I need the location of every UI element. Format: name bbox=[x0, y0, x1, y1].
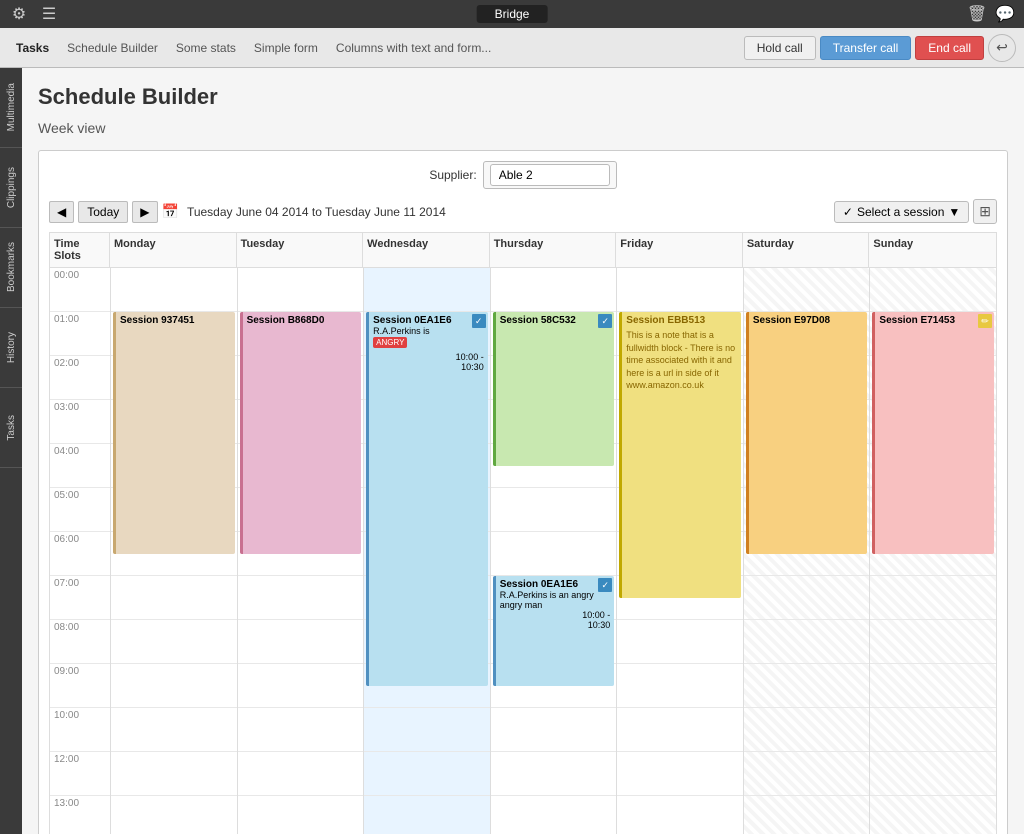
session-e97d08[interactable]: Session E97D08 bbox=[746, 312, 868, 554]
check-icon-wed: ✓ bbox=[472, 314, 486, 328]
sidebar-item-tasks[interactable]: Tasks bbox=[0, 388, 22, 468]
chat-icon[interactable]: 💬 bbox=[994, 3, 1016, 25]
header-bar: Tasks Schedule Builder Some stats Simple… bbox=[0, 28, 1024, 68]
trash-icon[interactable]: 🗑 bbox=[966, 3, 988, 25]
nav-row: ◀ Today ▶ 📅 Tuesday June 04 2014 to Tues… bbox=[49, 199, 997, 224]
header-actions: Hold call Transfer call End call ↩ bbox=[744, 34, 1016, 62]
tab-schedule-builder[interactable]: Schedule Builder bbox=[59, 37, 166, 59]
session-0ea1e6-wed[interactable]: Session 0EA1E6 R.A.Perkins is ANGRY 10:0… bbox=[366, 312, 488, 686]
time-06: 06:00 bbox=[50, 532, 110, 576]
col-timeslots: Time Slots bbox=[50, 233, 110, 267]
tab-simple-form[interactable]: Simple form bbox=[246, 37, 326, 59]
sidebar-item-history[interactable]: History bbox=[0, 308, 22, 388]
time-08: 08:00 bbox=[50, 620, 110, 664]
col-monday: Monday bbox=[110, 233, 237, 267]
time-03: 03:00 bbox=[50, 400, 110, 444]
wednesday-col: Session 0EA1E6 R.A.Perkins is ANGRY 10:0… bbox=[363, 268, 490, 834]
tuesday-col: Session B868D0 bbox=[237, 268, 364, 834]
col-friday: Friday bbox=[616, 233, 743, 267]
tab-columns[interactable]: Columns with text and form... bbox=[328, 37, 499, 59]
check-icon-thu: ✓ bbox=[598, 314, 612, 328]
col-wednesday: Wednesday bbox=[363, 233, 490, 267]
col-saturday: Saturday bbox=[743, 233, 870, 267]
grid-body: 00:00 01:00 02:00 03:00 04:00 05:00 06:0… bbox=[50, 268, 996, 834]
left-sidebar: Multimedia Clippings Bookmarks History T… bbox=[0, 68, 22, 834]
time-07: 07:00 bbox=[50, 576, 110, 620]
next-button[interactable]: ▶ bbox=[132, 201, 157, 223]
friday-col: Session EBB513 This is a note that is a … bbox=[616, 268, 743, 834]
session-ebb513[interactable]: Session EBB513 This is a note that is a … bbox=[619, 312, 741, 598]
prev-button[interactable]: ◀ bbox=[49, 201, 74, 223]
col-tuesday: Tuesday bbox=[237, 233, 364, 267]
main-content: Schedule Builder Week view Supplier: Abl… bbox=[22, 68, 1024, 834]
today-button[interactable]: Today bbox=[78, 201, 128, 223]
supplier-select[interactable]: Able 2 bbox=[490, 164, 610, 186]
calendar-grid: Time Slots Monday Tuesday Wednesday Thur… bbox=[49, 232, 997, 834]
time-00: 00:00 bbox=[50, 268, 110, 312]
time-12: 12:00 bbox=[50, 752, 110, 796]
monday-col: Session 937451 bbox=[110, 268, 237, 834]
header-tabs: Tasks Schedule Builder Some stats Simple… bbox=[8, 37, 736, 59]
end-call-button[interactable]: End call bbox=[915, 36, 984, 60]
sunday-col: Session E71453 ✏ bbox=[869, 268, 996, 834]
nav-right: ✓ Select a session ▼ ⊞ bbox=[834, 199, 997, 224]
time-column: 00:00 01:00 02:00 03:00 04:00 05:00 06:0… bbox=[50, 268, 110, 834]
thursday-col: Session 58C532 ✓ Session 0EA1E6 R.A.Perk… bbox=[490, 268, 617, 834]
tab-some-stats[interactable]: Some stats bbox=[168, 37, 244, 59]
sidebar-item-multimedia[interactable]: Multimedia bbox=[0, 68, 22, 148]
transfer-call-button[interactable]: Transfer call bbox=[820, 36, 912, 60]
pencil-icon-sun: ✏ bbox=[978, 314, 992, 328]
time-05: 05:00 bbox=[50, 488, 110, 532]
top-bar-right: 🗑 💬 bbox=[966, 3, 1016, 25]
back-button[interactable]: ↩ bbox=[988, 34, 1016, 62]
session-select[interactable]: ✓ Select a session ▼ bbox=[834, 201, 969, 223]
week-view-label: Week view bbox=[38, 120, 1008, 136]
session-937451[interactable]: Session 937451 bbox=[113, 312, 235, 554]
time-02: 02:00 bbox=[50, 356, 110, 400]
list-icon[interactable]: ☰ bbox=[38, 3, 60, 25]
session-b868d0[interactable]: Session B868D0 bbox=[240, 312, 362, 554]
calendar-container: Supplier: Able 2 ◀ Today ▶ 📅 Tuesday Jun… bbox=[38, 150, 1008, 834]
saturday-col: Session E97D08 bbox=[743, 268, 870, 834]
col-thursday: Thursday bbox=[490, 233, 617, 267]
time-09: 09:00 bbox=[50, 664, 110, 708]
supplier-wrapper: Able 2 bbox=[483, 161, 617, 189]
gear-icon[interactable]: ⚙ bbox=[8, 3, 30, 25]
time-10: 10:00 bbox=[50, 708, 110, 752]
hold-call-button[interactable]: Hold call bbox=[744, 36, 816, 60]
col-sunday: Sunday bbox=[869, 233, 996, 267]
grid-view-icon[interactable]: ⊞ bbox=[973, 199, 997, 224]
top-bar: ⚙ ☰ Bridge 🗑 💬 bbox=[0, 0, 1024, 28]
time-01: 01:00 bbox=[50, 312, 110, 356]
check-icon-thu2: ✓ bbox=[598, 578, 612, 592]
grid-header: Time Slots Monday Tuesday Wednesday Thur… bbox=[50, 233, 996, 268]
sidebar-item-clippings[interactable]: Clippings bbox=[0, 148, 22, 228]
tab-tasks[interactable]: Tasks bbox=[8, 37, 57, 59]
session-e71453[interactable]: Session E71453 ✏ bbox=[872, 312, 994, 554]
layout: Multimedia Clippings Bookmarks History T… bbox=[0, 68, 1024, 834]
date-range: Tuesday June 04 2014 to Tuesday June 11 … bbox=[187, 205, 446, 219]
time-13: 13:00 bbox=[50, 796, 110, 834]
app-name: Bridge bbox=[477, 5, 548, 23]
session-58c532[interactable]: Session 58C532 ✓ bbox=[493, 312, 615, 466]
sidebar-item-bookmarks[interactable]: Bookmarks bbox=[0, 228, 22, 308]
calendar-icon[interactable]: 📅 bbox=[162, 203, 179, 220]
time-04: 04:00 bbox=[50, 444, 110, 488]
top-bar-left: ⚙ ☰ bbox=[8, 3, 60, 25]
session-0ea1e6-thu[interactable]: Session 0EA1E6 R.A.Perkins is an angry a… bbox=[493, 576, 615, 686]
page-title: Schedule Builder bbox=[38, 84, 1008, 110]
supplier-row: Supplier: Able 2 bbox=[49, 161, 997, 189]
supplier-label: Supplier: bbox=[429, 168, 476, 182]
